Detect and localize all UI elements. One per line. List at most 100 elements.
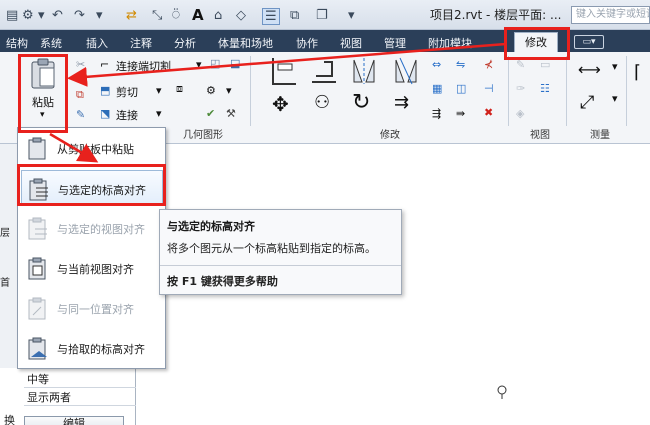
panel-separator [566,56,567,126]
menu-item-align-same-place: 与同一位置对齐 [21,290,163,326]
panel-title-view: 视图 [530,130,550,141]
panel-title-measure: 测量 [590,130,610,141]
linework-icon[interactable]: ✑ [516,82,525,95]
join-dropdown-icon[interactable]: ▾ [156,107,162,120]
array-icon[interactable]: ▦ [432,82,442,95]
dimension-icon[interactable]: ⤡ [152,8,162,23]
unpin-icon[interactable]: ⊀ [484,58,493,71]
tag-icon[interactable]: ⍥ [172,8,180,23]
cut-geometry-button[interactable]: 剪切 [116,84,138,100]
save-icon[interactable]: ▾ [38,8,45,23]
mirror-pick-axis-icon[interactable] [350,56,378,86]
panel-title-geometry: 几何图形 [183,130,223,141]
property-value-detail[interactable]: 中等 [24,372,136,388]
paint-dropdown-icon[interactable]: ▾ [226,84,232,97]
property-label-switch: 换 [4,414,15,425]
split-face-icon[interactable]: ⬓ [230,57,240,70]
cope-dropdown-icon[interactable]: ▾ [196,58,202,71]
trim-extend-icon[interactable]: ⇉ [394,92,409,113]
tab-view[interactable]: 视图 [340,35,362,51]
tab-analyze[interactable]: 分析 [174,35,196,51]
cope-icon[interactable]: ⌐ [100,58,109,71]
paint-icon[interactable]: ⚙ [206,84,216,97]
copy-icon[interactable]: ⧉ [76,88,84,102]
redo-icon[interactable]: ↷ [74,8,85,23]
align-current-view-icon [28,257,46,280]
match-type-icon[interactable]: ✎ [76,108,85,121]
align-same-place-icon [28,297,46,320]
panel-separator [250,56,251,126]
search-input[interactable]: 键入关键字或短语 [571,6,650,24]
menu-item-align-picked-level[interactable]: 与拾取的标高对齐 [21,330,163,366]
move-arrows-icon[interactable]: ✥ [272,92,289,116]
settings-icon[interactable]: ⚙ [22,8,34,23]
aligned-dimension-icon[interactable]: ⤢ [580,92,594,113]
text-icon[interactable]: A [192,6,204,24]
ribbon-display-toggle[interactable]: ▭▾ [574,35,604,49]
copy-move-icon[interactable]: ⚇ [314,92,330,113]
tab-insert[interactable]: 插入 [86,35,108,51]
view-filter-icon[interactable]: ☷ [540,82,550,95]
tooltip-divider [160,265,401,266]
3d-view-icon[interactable]: ⌂ [214,8,222,23]
dimension-dropdown-icon[interactable]: ▾ [612,92,618,105]
section-icon[interactable]: ◇ [236,8,246,23]
menu-item-align-current-view[interactable]: 与当前视图对齐 [21,250,163,286]
join-geometry-button[interactable]: 连接 [116,107,138,123]
menu-item-paste-from-clipboard[interactable]: 从剪贴板中粘贴 [21,130,163,166]
menu-item-align-selected-views: 与选定的视图对齐 [21,210,163,246]
menu-item-label: 与当前视图对齐 [57,263,134,276]
split-element-icon[interactable]: ⇶ [432,107,441,120]
offset-icon[interactable] [310,56,338,86]
move-icon[interactable]: ⇔ [432,58,441,71]
tab-addins[interactable]: 附加模块 [428,35,472,51]
measure-distance-icon[interactable]: ⟷ [578,60,601,79]
tab-structure[interactable]: 结构 [6,35,28,51]
thin-lines-icon[interactable]: ☰ [262,8,280,25]
document-title: 项目2.rvt - 楼层平面: ... [430,8,562,22]
select-box-icon[interactable]: ◈ [516,107,524,120]
align-icon[interactable] [270,56,298,86]
quick-access-toolbar: ▤ ⚙ ▾ ↶ ↷ ▾ ⇄ ⤡ ⍥ A ⌂ ◇ ☰ ⧉ ❐ ▾ 项目2.rvt … [0,0,650,30]
cut-geometry-icon[interactable]: ⬒ [100,84,110,97]
hammer-icon[interactable]: ⚒ [226,107,236,120]
highlight-paste-button [18,54,68,133]
redo-dropdown-icon[interactable]: ▾ [96,8,103,23]
align-views-icon [28,217,47,240]
edit-button[interactable]: 编辑 [24,416,124,425]
tab-manage[interactable]: 管理 [384,35,406,51]
highlight-align-selected-levels [17,164,166,206]
align-picked-level-icon [28,337,47,360]
copy-elements-icon[interactable]: ⇋ [456,58,465,71]
tooltip-description: 将多个图元从一个标高粘贴到指定的标高。 [167,242,376,255]
close-views-icon[interactable]: ⧉ [290,8,299,23]
property-value-display[interactable]: 显示两者 [24,390,136,406]
tab-collaborate[interactable]: 协作 [296,35,318,51]
pin-icon[interactable]: ⊣ [484,82,494,95]
demolish-icon[interactable]: ✔ [206,107,215,120]
menu-item-label: 从剪贴板中粘贴 [57,143,134,156]
tab-systems[interactable]: 系统 [40,35,62,51]
level-marker-icon [497,385,507,399]
measure-dropdown-icon[interactable]: ▾ [612,60,618,73]
cope-button[interactable]: 连接端切割 [116,58,171,74]
measure-icon[interactable]: ⇄ [126,8,137,23]
delete-icon[interactable]: ✖ [484,106,493,119]
join-geometry-icon[interactable]: ⬔ [100,107,110,120]
wall-join-icon[interactable]: ◰ [210,57,220,70]
menu-item-label: 与同一位置对齐 [57,303,134,316]
switch-windows-icon[interactable]: ❐ [316,8,328,23]
cut-dropdown-icon[interactable]: ▾ [156,84,162,97]
create-icon[interactable]: ⌈ [634,62,641,83]
split-gap-icon[interactable]: ⇛ [456,107,465,120]
tab-annotate[interactable]: 注释 [130,35,152,51]
undo-icon[interactable]: ↶ [52,8,63,23]
cut-scissors-icon[interactable]: ✂ [76,58,85,71]
customize-qat-icon[interactable]: ▾ [348,8,355,23]
wall-opening-icon[interactable]: ⧈ [176,82,183,96]
mirror-draw-axis-icon[interactable] [392,56,420,86]
rotate-icon[interactable]: ↻ [352,90,370,115]
scale-icon[interactable]: ◫ [456,82,466,95]
open-icon[interactable]: ▤ [6,8,18,23]
tab-massing-site[interactable]: 体量和场地 [218,35,273,51]
